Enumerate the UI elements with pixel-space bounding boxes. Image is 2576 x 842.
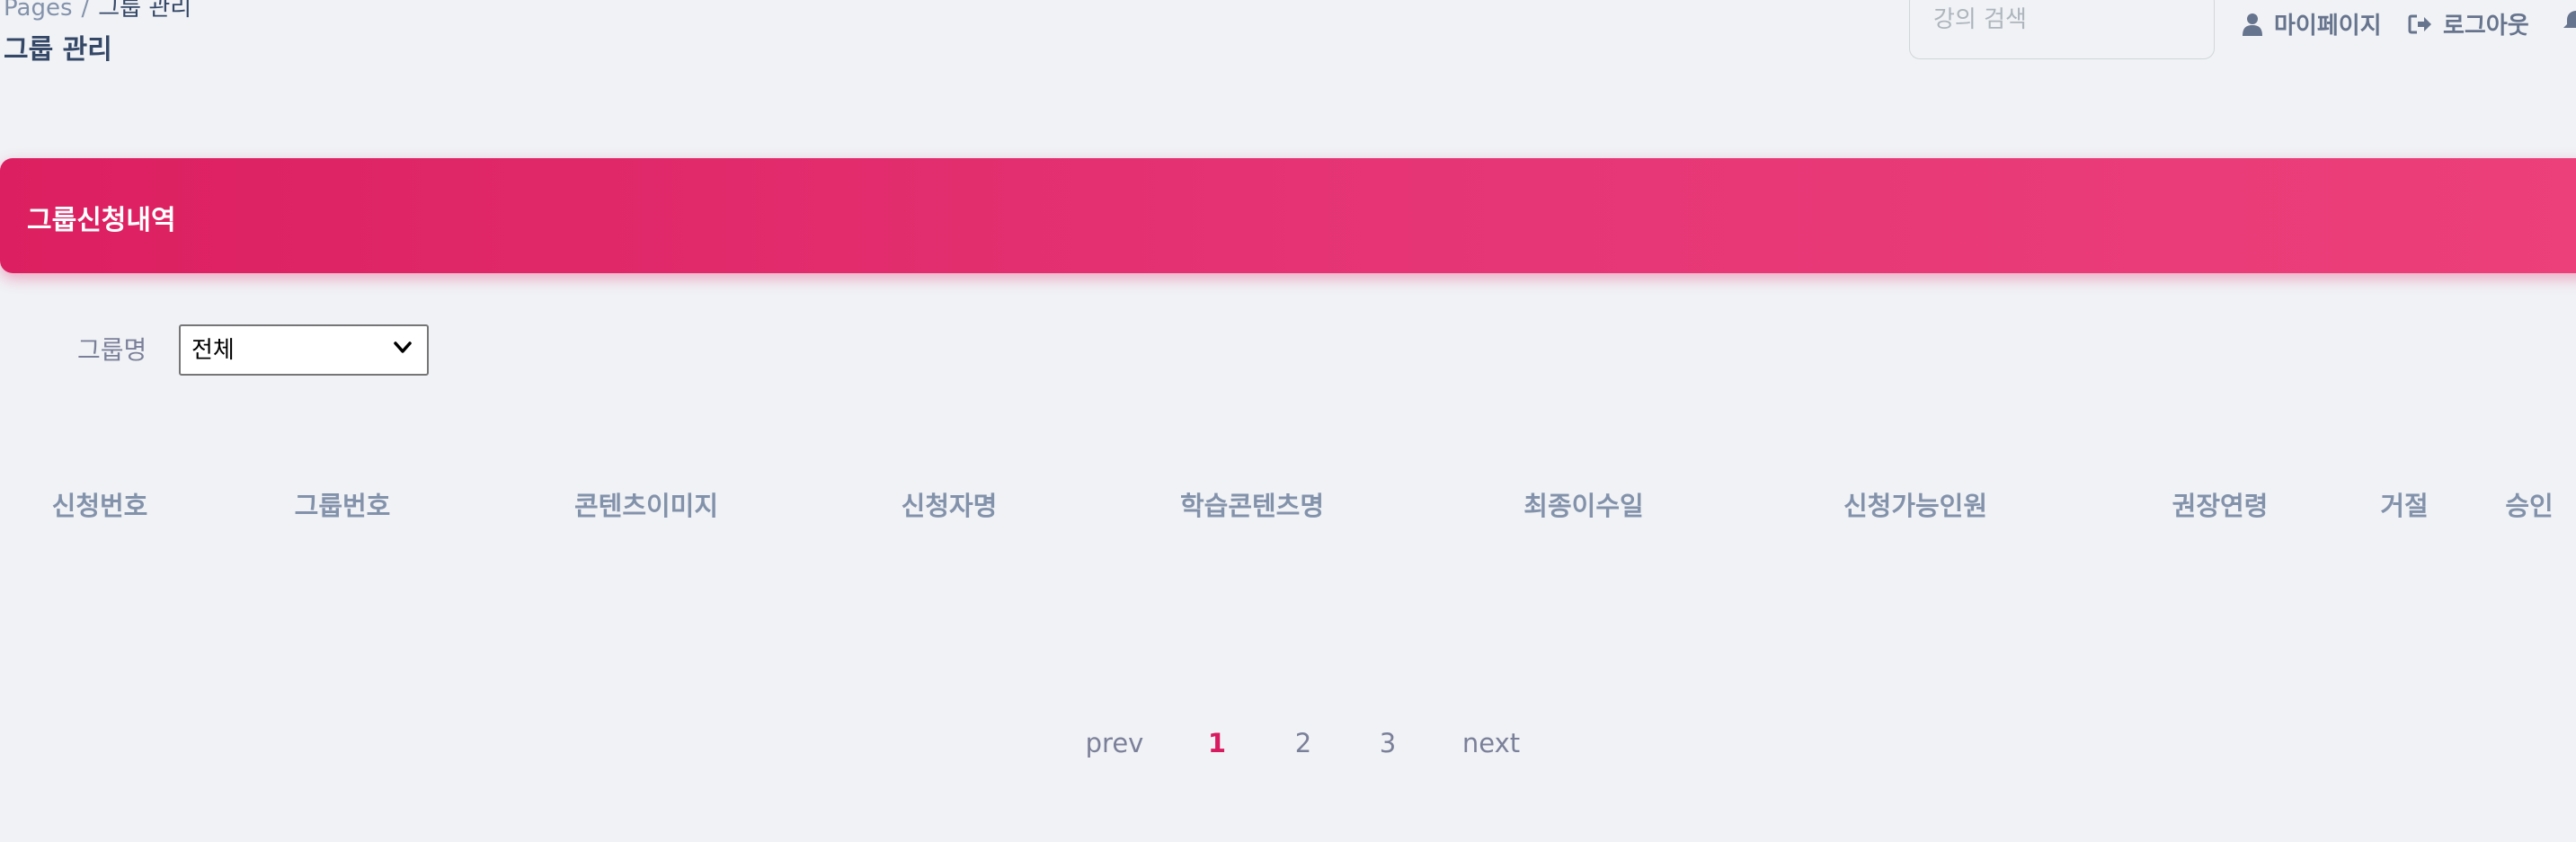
next-button[interactable]: next	[1462, 728, 1520, 758]
group-name-select[interactable]: 전체	[179, 324, 429, 376]
bell-icon	[2563, 11, 2576, 28]
th-completion-date: 최종이수일	[1523, 491, 1644, 521]
search-box[interactable]	[1909, 0, 2215, 59]
logout-link[interactable]: 로그아웃	[2407, 7, 2529, 40]
th-application-no: 신청번호	[51, 491, 148, 521]
th-approve: 승인	[2505, 491, 2554, 521]
page-2-button[interactable]: 2	[1295, 728, 1311, 758]
mypage-label: 마이페이지	[2274, 13, 2382, 40]
th-reject: 거절	[2380, 491, 2429, 521]
th-applicant-name: 신청자명	[901, 491, 998, 521]
th-content-name: 학습콘텐츠명	[1179, 491, 1325, 521]
card-header: 그룹신청내역	[0, 158, 2576, 273]
th-content-image: 콘텐츠이미지	[573, 491, 719, 521]
breadcrumb-separator: /	[81, 0, 90, 22]
page-title: 그룹 관리	[4, 34, 112, 66]
page-3-button[interactable]: 3	[1380, 728, 1396, 758]
breadcrumb-current: 그룹 관리	[98, 0, 192, 22]
breadcrumb-root[interactable]: Pages	[4, 0, 73, 22]
th-capacity: 신청가능인원	[1843, 491, 1988, 521]
user-icon	[2243, 13, 2262, 36]
logout-label: 로그아웃	[2443, 13, 2529, 40]
notification-link[interactable]	[2563, 7, 2576, 31]
prev-button[interactable]: prev	[1086, 728, 1144, 758]
breadcrumb: Pages / 그룹 관리	[4, 0, 191, 22]
search-input[interactable]	[1933, 4, 2194, 35]
mypage-link[interactable]: 마이페이지	[2242, 7, 2382, 40]
card-title: 그룹신청내역	[27, 205, 176, 236]
th-recommended-age: 권장연령	[2172, 491, 2269, 521]
sign-out-icon	[2408, 14, 2431, 33]
page-1-button[interactable]: 1	[1208, 728, 1226, 758]
th-group-no: 그룹번호	[294, 491, 391, 521]
group-name-label: 그룹명	[77, 335, 147, 365]
